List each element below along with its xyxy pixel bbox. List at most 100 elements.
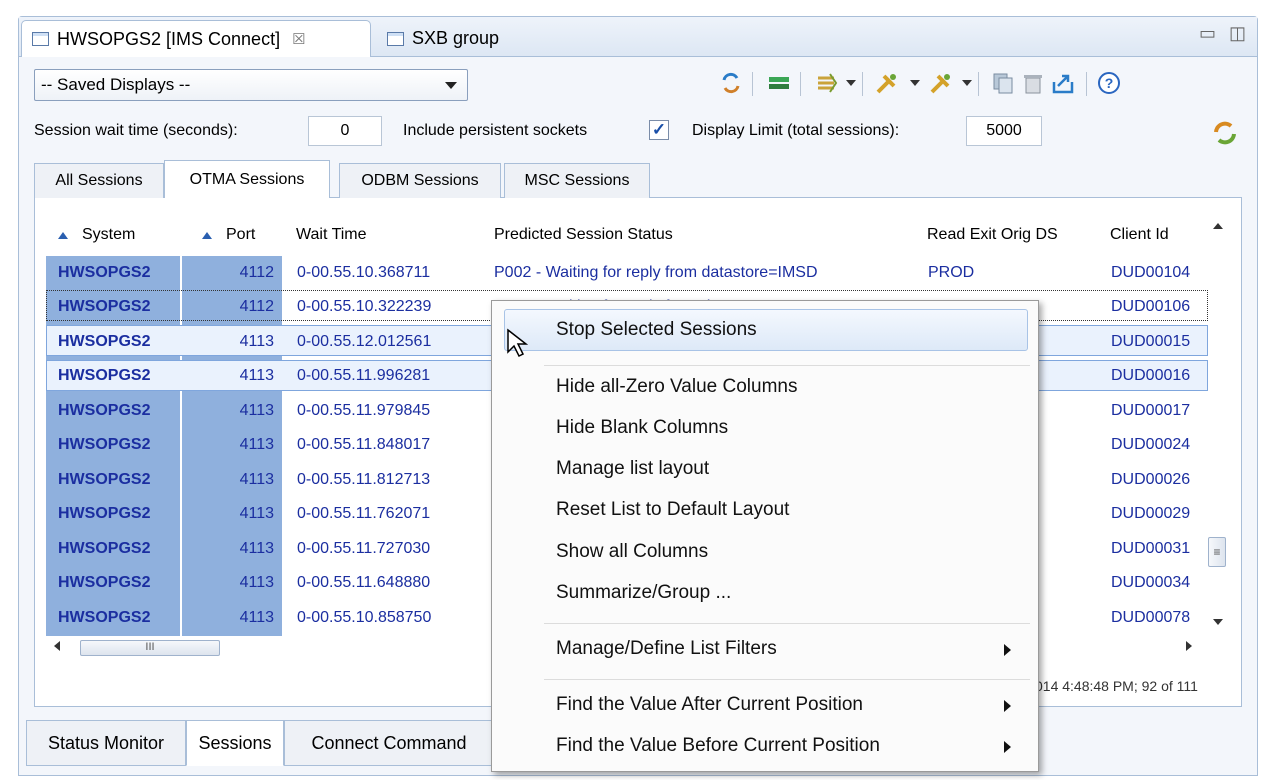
scroll-left-arrow[interactable] (54, 641, 60, 651)
tab-msc-sessions[interactable]: MSC Sessions (504, 163, 650, 198)
cell-system: HWSOPGS2 (58, 470, 151, 488)
chevron-down-icon (445, 82, 457, 89)
cell-wait-time: 0-00.55.11.979845 (297, 401, 431, 419)
cell-client-id: DUD00034 (1111, 574, 1191, 591)
cell-client-id: DUD00017 (1111, 401, 1191, 419)
cell-wait-time: 0-00.55.10.368711 (297, 263, 431, 281)
cell-port: 4113 (239, 436, 274, 453)
menu-item-find-after[interactable]: Find the Value After Current Position (556, 694, 863, 716)
menu-item-find-before[interactable]: Find the Value Before Current Position (556, 735, 880, 757)
cell-wait-time: 0-00.55.11.848017 (297, 436, 431, 453)
cell-client-id: DUD00104 (1111, 263, 1191, 281)
menu-separator (544, 679, 1030, 680)
cell-client-id: DUD00031 (1111, 539, 1191, 557)
editor-tab-hwsopgs2[interactable]: HWSOPGS2 [IMS Connect] ☒ (21, 20, 371, 57)
cell-client-id: DUD00016 (1111, 367, 1191, 384)
cell-port: 4113 (239, 401, 274, 419)
column-header-wait-time[interactable]: Wait Time (296, 218, 367, 252)
menu-item-stop-selected-sessions[interactable]: Stop Selected Sessions (556, 319, 757, 341)
maximize-icon[interactable]: ◫ (1229, 23, 1246, 44)
scroll-right-arrow[interactable] (1186, 641, 1192, 651)
vertical-scroll-thumb[interactable]: ≡ (1208, 537, 1226, 567)
saved-displays-value: -- Saved Displays -- (41, 75, 191, 94)
cell-client-id: DUD00078 (1111, 608, 1191, 626)
menu-item-hide-zero-columns[interactable]: Hide all-Zero Value Columns (556, 376, 797, 398)
wait-time-input[interactable]: 0 (308, 116, 382, 146)
submenu-arrow-icon (1004, 700, 1011, 712)
cell-wait-time: 0-00.55.10.322239 (297, 298, 432, 315)
cell-client-id: DUD00106 (1111, 298, 1191, 315)
cell-system: HWSOPGS2 (58, 401, 151, 419)
menu-separator (544, 623, 1030, 624)
tab-odbm-sessions[interactable]: ODBM Sessions (339, 163, 501, 198)
cell-system: HWSOPGS2 (58, 298, 151, 315)
cell-port: 4113 (239, 608, 274, 626)
editor-tab-label: HWSOPGS2 [IMS Connect] (57, 28, 281, 49)
cell-predicted-status: P002 - Waiting for reply from datastore=… (494, 263, 818, 281)
editor-tab-sxb-group[interactable]: SXB group (377, 20, 567, 57)
editor-tab-label: SXB group (412, 28, 500, 48)
cell-wait-time: 0-00.55.11.648880 (297, 574, 431, 591)
cell-wait-time: 0-00.55.10.858750 (297, 608, 432, 626)
persistent-sockets-checkbox[interactable]: ✓ (649, 120, 669, 140)
cell-wait-time: 0-00.55.11.727030 (297, 539, 431, 557)
tab-connect-command[interactable]: Connect Command (284, 720, 494, 766)
tab-otma-sessions[interactable]: OTMA Sessions (164, 160, 330, 198)
tab-sessions[interactable]: Sessions (186, 720, 284, 766)
horizontal-scroll-thumb[interactable]: III (80, 640, 220, 656)
minimize-icon[interactable]: ▭ (1199, 23, 1216, 44)
persistent-sockets-label: Include persistent sockets (403, 122, 588, 139)
menu-item-manage-list-filters[interactable]: Manage/Define List Filters (556, 638, 777, 660)
tab-all-sessions[interactable]: All Sessions (34, 163, 164, 198)
filter-icon[interactable] (766, 70, 792, 96)
export-icon[interactable] (1050, 70, 1076, 96)
cell-system: HWSOPGS2 (58, 539, 151, 557)
cell-client-id: DUD00026 (1111, 470, 1191, 488)
cell-client-id: DUD00015 (1111, 332, 1191, 350)
column-header-predicted-status[interactable]: Predicted Session Status (494, 218, 673, 252)
cell-system: HWSOPGS2 (58, 574, 151, 591)
cell-port: 4113 (239, 505, 274, 522)
cell-system: HWSOPGS2 (58, 263, 151, 281)
plugin-alt-icon[interactable] (928, 70, 954, 96)
cell-port: 4113 (239, 470, 274, 488)
close-tab-icon[interactable]: ☒ (292, 30, 305, 48)
vertical-scrollbar[interactable]: ≡ (1208, 215, 1228, 630)
cell-port: 4112 (239, 298, 274, 315)
tab-status-monitor[interactable]: Status Monitor (26, 720, 186, 766)
cell-system: HWSOPGS2 (58, 332, 151, 350)
display-limit-label: Display Limit (total sessions): (692, 122, 900, 139)
scroll-up-arrow[interactable] (1213, 223, 1223, 229)
svg-text:?: ? (1105, 75, 1114, 91)
scroll-down-arrow[interactable] (1213, 619, 1223, 625)
cell-wait-time: 0-00.55.11.812713 (297, 470, 431, 488)
cell-read-exit-orig-ds: PROD (928, 263, 975, 281)
help-icon[interactable]: ? (1096, 70, 1122, 96)
plugin-icon[interactable] (874, 70, 900, 96)
column-header-port[interactable]: Port (202, 218, 255, 252)
menu-item-summarize-group[interactable]: Summarize/Group ... (556, 582, 731, 604)
column-header-system[interactable]: System (58, 218, 135, 252)
saved-displays-dropdown[interactable]: -- Saved Displays -- (34, 69, 468, 101)
column-header-client-id[interactable]: Client Id (1110, 218, 1169, 252)
cell-wait-time: 0-00.55.12.012561 (297, 332, 432, 350)
trash-icon[interactable] (1020, 70, 1046, 96)
submenu-arrow-icon (1004, 644, 1011, 656)
refresh-icon[interactable] (718, 70, 744, 96)
sync-icon[interactable] (1210, 118, 1240, 153)
copy-icon[interactable] (990, 70, 1016, 96)
menu-item-show-all-columns[interactable]: Show all Columns (556, 541, 708, 563)
cell-system: HWSOPGS2 (58, 608, 151, 626)
context-menu: Stop Selected Sessions Hide all-Zero Val… (491, 300, 1039, 772)
cell-wait-time: 0-00.55.11.762071 (297, 505, 431, 522)
menu-item-hide-blank-columns[interactable]: Hide Blank Columns (556, 417, 728, 439)
editor-tab-bar: HWSOPGS2 [IMS Connect] ☒ SXB group ▭ ◫ (19, 17, 1257, 57)
columns-icon[interactable] (814, 70, 840, 96)
mouse-pointer-icon (506, 328, 529, 363)
display-limit-input[interactable]: 5000 (966, 116, 1042, 146)
column-header-read-exit-orig-ds[interactable]: Read Exit Orig DS (927, 218, 1058, 252)
menu-item-reset-list-layout[interactable]: Reset List to Default Layout (556, 499, 789, 521)
window-icon (32, 32, 49, 46)
menu-item-manage-list-layout[interactable]: Manage list layout (556, 458, 709, 480)
cell-port: 4113 (239, 367, 274, 384)
